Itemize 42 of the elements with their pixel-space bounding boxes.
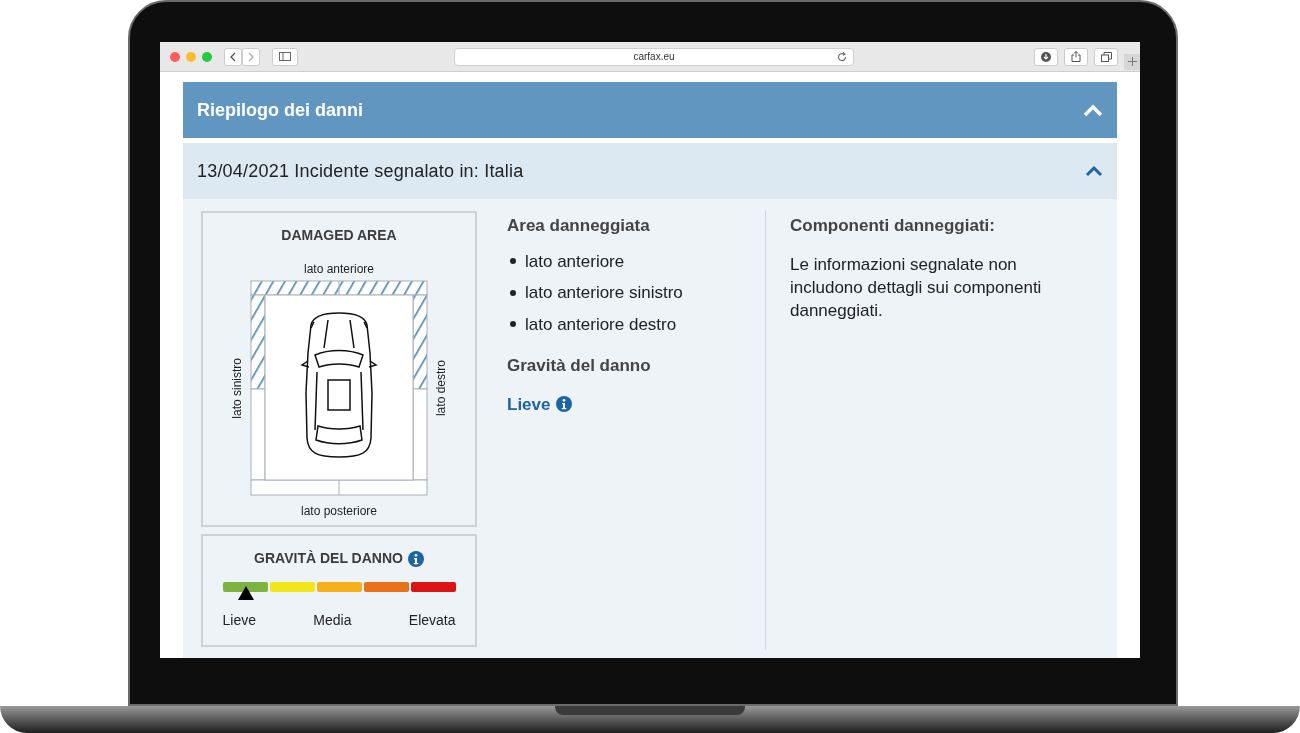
info-icon[interactable]: [407, 550, 424, 567]
card-title: DAMAGED AREA: [281, 226, 397, 245]
side-label: lato sinistro: [229, 357, 245, 419]
scale-label: Elevata: [408, 611, 456, 630]
bullet-icon: [510, 258, 516, 265]
side-label: lato posteriore: [300, 503, 377, 520]
share-button[interactable]: [1064, 47, 1088, 66]
section-heading: Componenti danneggiati:: [790, 215, 996, 237]
scale-label: Lieve: [222, 611, 256, 630]
chevron-left-icon: [229, 51, 237, 62]
download-icon: [1041, 51, 1051, 62]
url-text: carfax.eu: [633, 50, 675, 64]
tabs-icon: [1100, 51, 1112, 62]
components-note: Le informazioni segnalate non includono dettagli sui componenti danneggiati.: [790, 253, 1043, 322]
sidebar-button[interactable]: [272, 47, 298, 66]
chevron-up-icon[interactable]: [1085, 165, 1103, 177]
bullet-icon: [510, 321, 516, 328]
chevron-right-icon: [247, 51, 255, 62]
scale-label: Media: [313, 611, 352, 630]
severity-value: Lieve: [507, 393, 551, 416]
download-button[interactable]: [1034, 47, 1058, 66]
list-item: lato anteriore: [525, 250, 625, 273]
section-heading: Gravità del danno: [507, 355, 652, 377]
bullet-icon: [510, 289, 516, 296]
card-title: GRAVITÀ DEL DANNO: [254, 549, 403, 568]
address-field[interactable]: carfax.eu: [454, 47, 854, 66]
list-item: lato anteriore destro: [525, 313, 677, 336]
incident-title: 13/04/2021 Incidente segnalato in: Italia: [197, 159, 524, 183]
side-label: lato destro: [433, 359, 449, 416]
back-button[interactable]: [224, 47, 242, 66]
info-icon[interactable]: [556, 396, 573, 413]
list-item: lato anteriore sinistro: [525, 282, 683, 304]
sidebar-icon: [279, 52, 291, 61]
section-heading: Area danneggiata: [507, 215, 651, 237]
share-icon: [1071, 51, 1081, 62]
plus-icon: [1127, 57, 1137, 66]
new-tab-button[interactable]: [1124, 53, 1140, 70]
reload-icon[interactable]: [837, 51, 847, 62]
section-title: Riepilogo dei danni: [197, 98, 363, 122]
incident-header[interactable]: 13/04/2021 Incidente segnalato in: Italia: [183, 143, 1117, 199]
side-label: lato anteriore: [303, 261, 374, 278]
tabs-button[interactable]: [1094, 47, 1118, 66]
